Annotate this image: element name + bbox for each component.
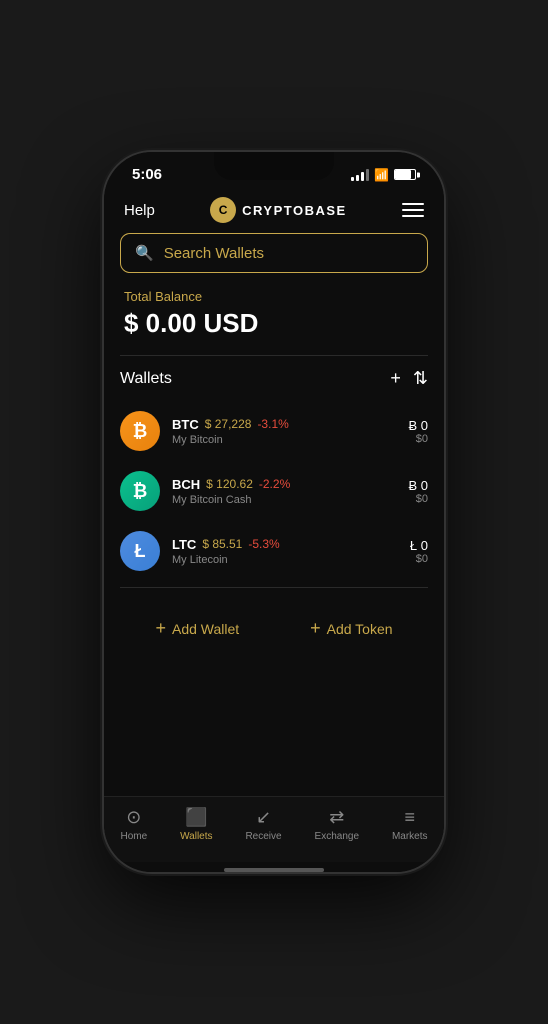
- receive-icon: ↙: [256, 807, 271, 828]
- exchange-icon: ⇄: [329, 807, 344, 828]
- bch-usd: $0: [408, 493, 428, 505]
- nav-wallets[interactable]: ⬛ Wallets: [180, 807, 212, 842]
- battery-icon: [394, 169, 416, 180]
- wallets-actions: + ⇅: [390, 368, 428, 389]
- bch-price: $ 120.62: [206, 477, 253, 491]
- btc-usd: $0: [408, 433, 428, 445]
- receive-label: Receive: [245, 831, 281, 842]
- bch-change: -2.2%: [259, 477, 290, 491]
- bch-balance: Ƀ 0: [408, 478, 428, 493]
- nav-receive[interactable]: ↙ Receive: [245, 807, 281, 842]
- bch-icon: ₿: [120, 471, 160, 511]
- content: 🔍 Search Wallets Total Balance $ 0.00 US…: [104, 233, 444, 796]
- ltc-usd: $0: [410, 553, 428, 565]
- home-label: Home: [120, 831, 147, 842]
- ltc-name: My Litecoin: [172, 554, 280, 566]
- bch-name: My Bitcoin Cash: [172, 494, 290, 506]
- btc-price: $ 27,228: [205, 417, 252, 431]
- help-button[interactable]: Help: [124, 202, 155, 219]
- markets-label: Markets: [392, 831, 428, 842]
- wallets-header: Wallets + ⇅: [120, 368, 428, 389]
- markets-icon: ≡: [404, 807, 415, 828]
- divider-2: [120, 587, 428, 588]
- status-bar: 5:06 📶: [104, 152, 444, 189]
- wallet-item-btc[interactable]: ₿ BTC $ 27,228 -3.1% My Bitcoin Ƀ 0: [120, 401, 428, 461]
- add-wallet-plus-icon: +: [155, 618, 166, 639]
- header: Help C CRYPTOBASE: [104, 189, 444, 233]
- ltc-price: $ 85.51: [202, 537, 242, 551]
- status-time: 5:06: [132, 166, 162, 183]
- nav-home[interactable]: ⊙ Home: [120, 807, 147, 842]
- wallets-label: Wallets: [120, 370, 172, 388]
- btc-name: My Bitcoin: [172, 434, 289, 446]
- screen: 5:06 📶 Help C CRYPTOBASE: [104, 152, 444, 872]
- nav-exchange[interactable]: ⇄ Exchange: [315, 807, 359, 842]
- add-token-plus-icon: +: [310, 618, 321, 639]
- add-token-label: Add Token: [327, 621, 393, 637]
- ltc-icon: Ł: [120, 531, 160, 571]
- status-icons: 📶: [351, 168, 416, 182]
- wallet-item-ltc[interactable]: Ł LTC $ 85.51 -5.3% My Litecoin Ł 0: [120, 521, 428, 581]
- ltc-change: -5.3%: [248, 537, 279, 551]
- sort-button[interactable]: ⇅: [413, 368, 428, 389]
- btc-balance: Ƀ 0: [408, 418, 428, 433]
- home-indicator: [224, 868, 324, 872]
- bottom-nav: ⊙ Home ⬛ Wallets ↙ Receive ⇄ Exchange ≡ …: [104, 796, 444, 862]
- balance-amount: $ 0.00 USD: [124, 308, 424, 339]
- wallet-item-bch[interactable]: ₿ BCH $ 120.62 -2.2% My Bitcoin Cash Ƀ 0: [120, 461, 428, 521]
- balance-label: Total Balance: [124, 289, 424, 304]
- add-wallet-label: Add Wallet: [172, 621, 239, 637]
- wallets-icon: ⬛: [185, 807, 207, 828]
- btc-icon: ₿: [120, 411, 160, 451]
- wallets-nav-label: Wallets: [180, 831, 212, 842]
- exchange-label: Exchange: [315, 831, 359, 842]
- bch-symbol: BCH: [172, 477, 200, 492]
- ltc-symbol: LTC: [172, 537, 196, 552]
- add-buttons: + Add Wallet + Add Token: [120, 604, 428, 647]
- btc-change: -3.1%: [257, 417, 288, 431]
- search-bar[interactable]: 🔍 Search Wallets: [120, 233, 428, 273]
- logo-icon: C: [210, 197, 236, 223]
- add-wallet-button[interactable]: + Add Wallet: [155, 618, 239, 639]
- menu-button[interactable]: [402, 203, 424, 217]
- wifi-icon: 📶: [374, 168, 389, 182]
- add-token-button[interactable]: + Add Token: [310, 618, 392, 639]
- btc-symbol: BTC: [172, 417, 199, 432]
- logo: C CRYPTOBASE: [210, 197, 347, 223]
- signal-icon: [351, 169, 369, 181]
- nav-markets[interactable]: ≡ Markets: [392, 807, 428, 842]
- balance-section: Total Balance $ 0.00 USD: [120, 289, 428, 355]
- home-icon: ⊙: [126, 807, 141, 828]
- phone-shell: 5:06 📶 Help C CRYPTOBASE: [104, 152, 444, 872]
- add-wallet-icon-button[interactable]: +: [390, 368, 401, 389]
- search-placeholder: Search Wallets: [164, 245, 264, 262]
- search-icon: 🔍: [135, 244, 154, 262]
- wallet-list: ₿ BTC $ 27,228 -3.1% My Bitcoin Ƀ 0: [120, 401, 428, 581]
- divider-1: [120, 355, 428, 356]
- ltc-balance: Ł 0: [410, 538, 428, 553]
- logo-text: CRYPTOBASE: [242, 203, 347, 218]
